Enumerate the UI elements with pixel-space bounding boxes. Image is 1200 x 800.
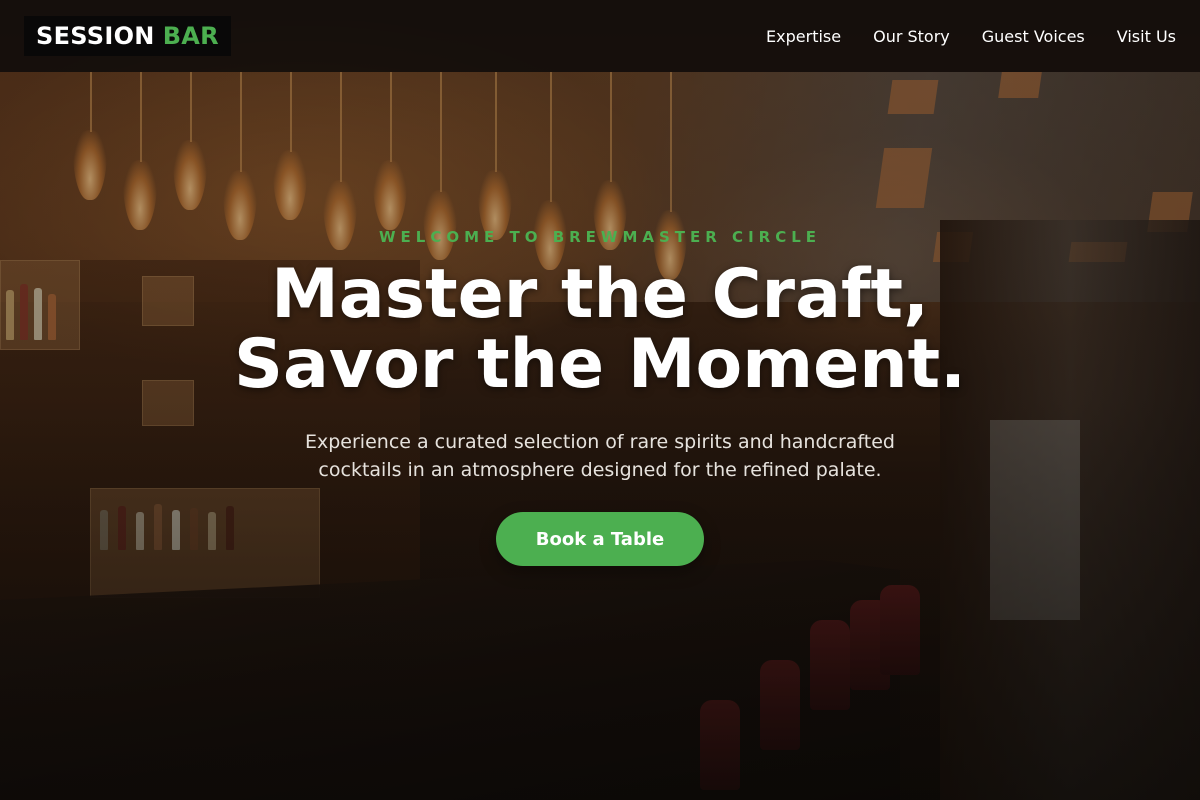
hero-section: WELCOME TO BREWMASTER CIRCLE Master the … xyxy=(0,228,1200,566)
nav-link-visit-us[interactable]: Visit Us xyxy=(1117,27,1176,46)
hero-subtitle: Experience a curated selection of rare s… xyxy=(305,431,895,481)
hero-headline-line1: Master the Craft, xyxy=(271,255,929,334)
brand-name-accent: BAR xyxy=(162,22,219,50)
brand-name-primary: SESSION xyxy=(36,22,155,50)
book-table-button[interactable]: Book a Table xyxy=(496,512,704,566)
top-navbar: SESSION BAR Expertise Our Story Guest Vo… xyxy=(0,0,1200,72)
hero-headline-line2: Savor the Moment. xyxy=(234,325,966,404)
brand-logo[interactable]: SESSION BAR xyxy=(24,16,231,56)
nav-link-guest-voices[interactable]: Guest Voices xyxy=(982,27,1085,46)
nav-links: Expertise Our Story Guest Voices Visit U… xyxy=(766,27,1176,46)
nav-link-our-story[interactable]: Our Story xyxy=(873,27,950,46)
hero-eyebrow: WELCOME TO BREWMASTER CIRCLE xyxy=(378,228,822,246)
nav-link-expertise[interactable]: Expertise xyxy=(766,27,841,46)
hero-headline: Master the Craft, Savor the Moment. xyxy=(234,260,966,400)
